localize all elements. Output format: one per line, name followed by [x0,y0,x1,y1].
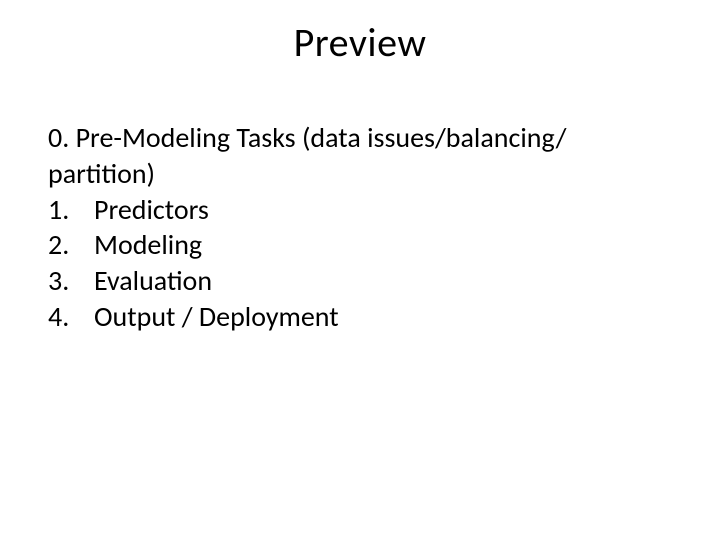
lead-paragraph: 0. Pre-Modeling Tasks (data issues/balan… [48,120,672,192]
list-item: 4. Output / Deployment [48,299,672,335]
list-item: 1. Predictors [48,192,672,228]
list-number: 4. [48,299,94,335]
list-item: 2. Modeling [48,227,672,263]
slide-title: Preview [0,18,720,67]
list-text: Predictors [94,192,209,228]
list-item: 3. Evaluation [48,263,672,299]
list-number: 1. [48,192,94,228]
numbered-list: 1. Predictors 2. Modeling 3. Evaluation … [48,192,672,335]
slide-body: 0. Pre-Modeling Tasks (data issues/balan… [48,120,672,335]
list-text: Output / Deployment [94,299,339,335]
slide: Preview 0. Pre-Modeling Tasks (data issu… [0,0,720,540]
list-number: 2. [48,227,94,263]
list-number: 3. [48,263,94,299]
list-text: Evaluation [94,263,212,299]
list-text: Modeling [94,227,202,263]
